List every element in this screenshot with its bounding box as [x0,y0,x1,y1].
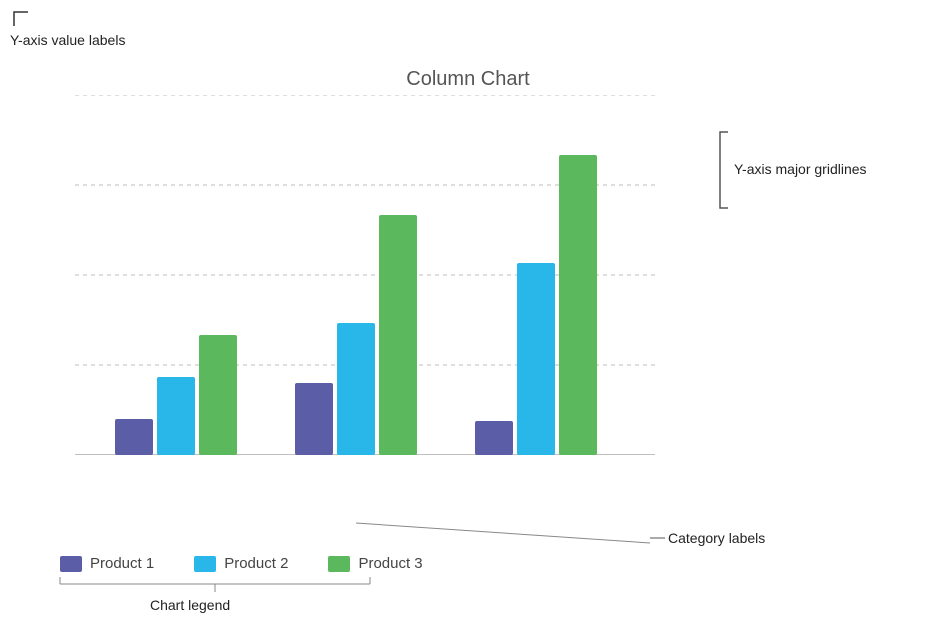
y-axis-value-labels-annotation: Y-axis value labels [10,32,125,48]
chart-legend: Product 1 Product 2 Product 3 [60,555,423,572]
legend-label-product1: Product 1 [90,555,154,572]
bar-2013-product2 [337,323,375,455]
svg-text:Category labels: Category labels [668,530,765,546]
bar-2014-product2 [517,263,555,455]
legend-swatch-product2 [194,556,216,572]
bar-2012-product3 [199,335,237,455]
bar-2014-product3 [559,155,597,455]
bar-2012-product1 [115,419,153,455]
legend-label-product2: Product 2 [224,555,288,572]
legend-item-product1: Product 1 [60,555,154,572]
legend-item-product2: Product 2 [194,555,288,572]
bar-2013-product3 [379,215,417,455]
legend-item-product3: Product 3 [328,555,422,572]
svg-text:Y-axis major gridlines: Y-axis major gridlines [734,161,867,177]
y-axis-bracket-icon [10,8,32,30]
chart-title: Column Chart [0,68,936,91]
bar-2012-product2 [157,377,195,455]
category-labels-annotation: Category labels [650,530,850,565]
chart-container: Column Chart Y-axis value labels 300 225… [0,0,936,622]
legend-label-product3: Product 3 [358,555,422,572]
chart-svg: 300 225 150 75 0 2012 2013 [75,95,655,455]
bar-2013-product1 [295,383,333,455]
legend-swatch-product1 [60,556,82,572]
y-axis-gridlines-annotation: Y-axis major gridlines [718,130,918,215]
legend-swatch-product3 [328,556,350,572]
bar-2014-product1 [475,421,513,455]
svg-text:Chart legend: Chart legend [150,597,230,613]
